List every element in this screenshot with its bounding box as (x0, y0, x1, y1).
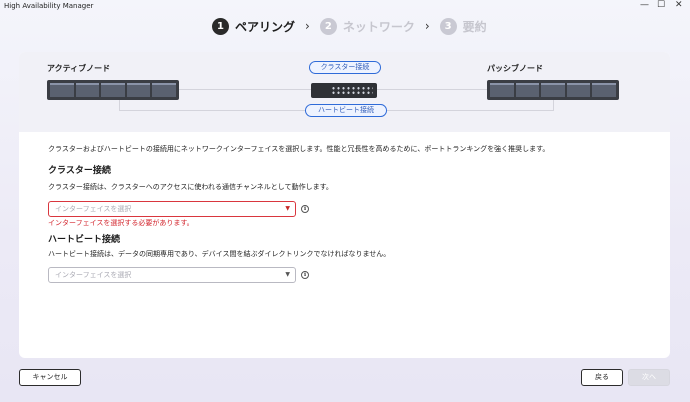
maximize-icon[interactable]: ☐ (657, 0, 665, 12)
active-node-label: アクティブノード (47, 64, 111, 73)
cluster-section-title: クラスター接続 (48, 166, 111, 176)
step-label: ネットワーク (342, 19, 415, 34)
cluster-interface-select[interactable]: インターフェイスを選択 ▼ (48, 201, 296, 217)
main-panel: アクティブノード パッシブノード クラスター接続 ハートビート接続 クラスターお… (19, 52, 670, 358)
cluster-link-line-left (179, 89, 311, 90)
chevron-down-icon[interactable]: ▼ (285, 202, 290, 216)
info-icon[interactable]: i (301, 271, 309, 279)
step-number: 2 (319, 17, 337, 35)
server-icon (487, 80, 619, 100)
step-pairing: 1 ペアリング (212, 17, 296, 35)
chevron-down-icon[interactable]: ▼ (285, 268, 290, 282)
step-label: 要約 (462, 19, 487, 34)
next-button[interactable]: 次へ (628, 369, 670, 386)
cluster-link-badge: クラスター接続 (309, 61, 381, 74)
heartbeat-link-line-right-h (387, 110, 553, 111)
heartbeat-interface-select[interactable]: インターフェイスを選択 ▼ (48, 267, 296, 283)
intro-description: クラスターおよびハートビートの接続用にネットワークインターフェイスを選択します。… (48, 145, 550, 153)
chevron-right-icon: › (305, 19, 310, 33)
heartbeat-link-line-left-h (119, 110, 305, 111)
cluster-link-line-right (377, 89, 487, 90)
close-icon[interactable]: ✕ (675, 0, 683, 12)
heartbeat-section-description: ハートビート接続は、データの同期専用であり、デバイス間を結ぶダイレクトリンクでな… (48, 250, 391, 258)
step-label: ペアリング (235, 19, 296, 34)
select-placeholder: インターフェイスを選択 (55, 271, 132, 279)
step-number: 3 (439, 17, 457, 35)
select-placeholder: インターフェイスを選択 (55, 205, 132, 213)
minimize-icon[interactable]: — (640, 0, 649, 12)
wizard-stepper: 1 ペアリング › 2 ネットワーク › 3 要約 (212, 16, 495, 36)
cancel-button[interactable]: キャンセル (19, 369, 81, 386)
server-icon (47, 80, 179, 100)
chevron-right-icon: › (424, 19, 430, 33)
window-titlebar: High Availability Manager (0, 0, 690, 12)
heartbeat-link-line-right-v (553, 100, 554, 111)
network-switch-icon (311, 83, 377, 98)
info-icon[interactable]: i (301, 205, 309, 213)
heartbeat-link-badge: ハートビート接続 (305, 104, 387, 117)
cluster-section-description: クラスター接続は、クラスターへのアクセスに使われる通信チャンネルとして動作します… (48, 183, 333, 191)
step-network: 2 ネットワーク (319, 17, 415, 35)
heartbeat-section-title: ハートビート接続 (48, 235, 121, 245)
back-button[interactable]: 戻る (581, 369, 623, 386)
topology-diagram: アクティブノード パッシブノード クラスター接続 ハートビート接続 (19, 52, 670, 132)
step-number: 1 (212, 17, 229, 35)
cluster-error-message: インターフェイスを選択する必要があります。 (48, 219, 194, 227)
step-summary: 3 要約 (439, 17, 487, 35)
window-title: High Availability Manager (4, 2, 94, 10)
passive-node-label: パッシブノード (487, 64, 543, 73)
